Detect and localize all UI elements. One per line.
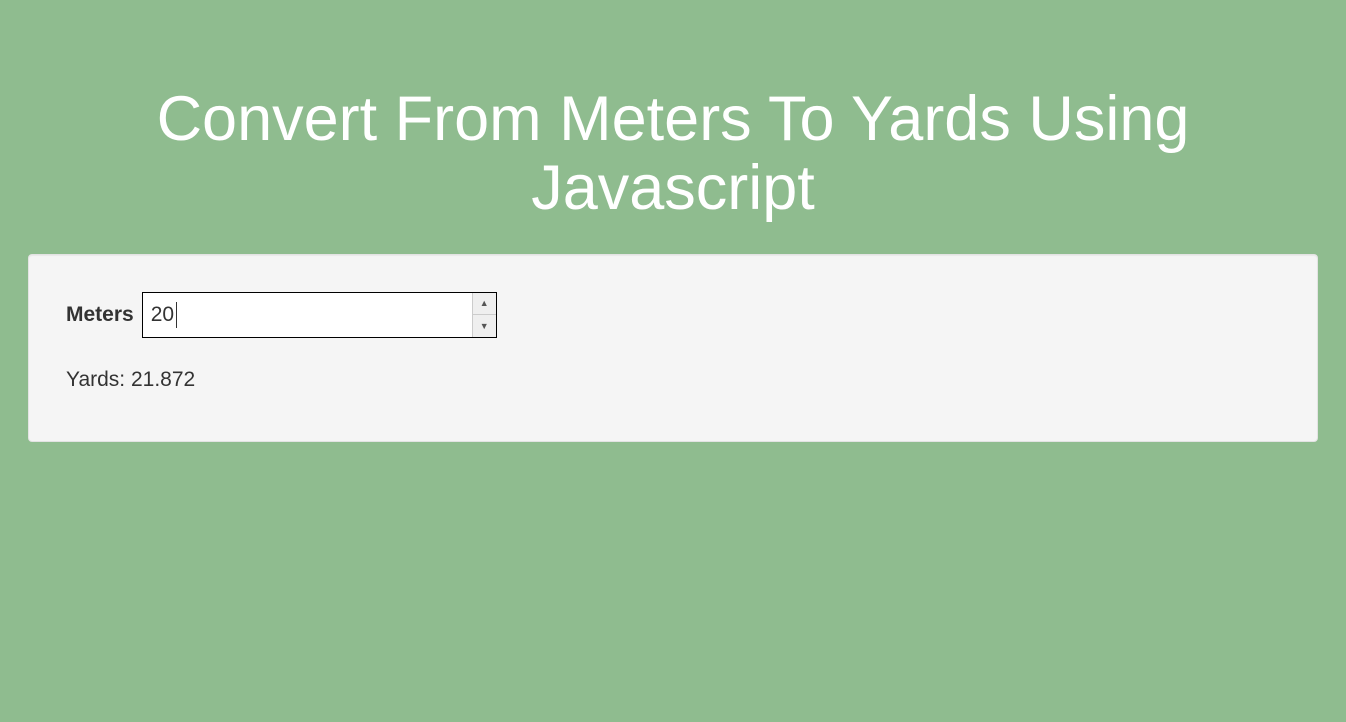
spinner-buttons: ▲ ▼: [472, 293, 496, 337]
meters-input[interactable]: [142, 292, 497, 338]
spinner-up-button[interactable]: ▲: [473, 293, 496, 316]
meters-input-wrapper: ▲ ▼: [142, 292, 497, 338]
converter-panel: Meters ▲ ▼ Yards: 21.872: [28, 254, 1318, 442]
yards-result: Yards: 21.872: [48, 338, 1298, 422]
input-row: Meters ▲ ▼: [48, 274, 1298, 338]
meters-label: Meters: [66, 303, 134, 327]
text-cursor: [176, 302, 177, 328]
spinner-down-button[interactable]: ▼: [473, 315, 496, 337]
page-title: Convert From Meters To Yards Using Javas…: [28, 85, 1318, 224]
